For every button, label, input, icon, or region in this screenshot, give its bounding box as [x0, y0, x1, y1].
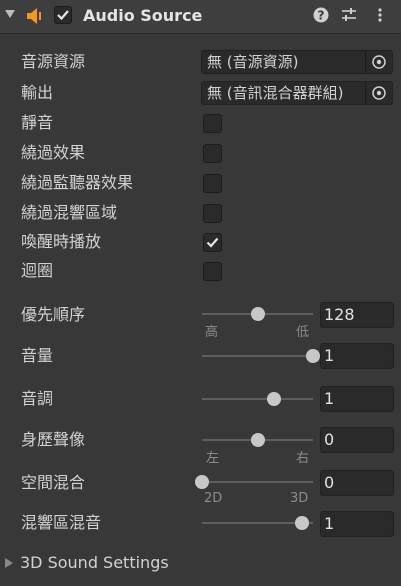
speaker-icon: [27, 8, 41, 24]
foldout-arrow-icon[interactable]: [5, 10, 15, 18]
bypass-reverb-zones-label: 繞過混響區域: [21, 203, 118, 222]
svg-text:?: ?: [318, 9, 325, 23]
audio-clip-value: 無 (音源資源): [207, 53, 299, 71]
stereo-pan-slider-thumb[interactable]: [250, 433, 265, 447]
checkmark-icon: [206, 237, 219, 248]
loop-label: 迴圈: [21, 261, 54, 280]
reverb-zone-mix-label: 混響區混音: [21, 513, 102, 532]
spatial-blend-value: 0: [324, 473, 335, 492]
object-picker-icon[interactable]: [365, 51, 392, 73]
pitch-slider-thumb[interactable]: [266, 392, 281, 406]
stereo-pan-label: 身歷聲像: [21, 430, 86, 449]
pitch-number-field[interactable]: 1: [320, 386, 394, 412]
component-title: Audio Source: [83, 6, 203, 25]
output-field[interactable]: 無 (音訊混合器群組): [201, 81, 393, 105]
spatial-blend-slider-track[interactable]: [202, 481, 313, 483]
audio-clip-field[interactable]: 無 (音源資源): [201, 50, 393, 74]
volume-number-field[interactable]: 1: [320, 343, 394, 369]
bypass-reverb-zones-checkbox[interactable]: [203, 204, 222, 223]
presets-icon[interactable]: [341, 7, 357, 23]
spatial-blend-max-label: 3D: [290, 491, 309, 506]
bypass-listener-effects-checkbox[interactable]: [203, 174, 222, 193]
stereo-pan-number-field[interactable]: 0: [320, 427, 394, 453]
volume-slider-track[interactable]: [202, 355, 313, 357]
output-value: 無 (音訊混合器群組): [207, 84, 344, 102]
loop-checkbox[interactable]: [203, 262, 222, 281]
spatial-blend-label: 空間混合: [21, 473, 86, 492]
spatial-blend-min-label: 2D: [204, 491, 223, 506]
priority-max-label: 低: [296, 325, 310, 340]
stereo-pan-max-label: 右: [296, 451, 310, 466]
audio-clip-label: 音源資源: [21, 52, 86, 71]
3d-sound-settings-foldout[interactable]: 3D Sound Settings: [20, 553, 169, 573]
bypass-effects-checkbox[interactable]: [203, 144, 222, 163]
volume-slider-thumb[interactable]: [306, 349, 320, 363]
expand-arrow-icon[interactable]: [5, 558, 13, 568]
spatial-blend-number-field[interactable]: 0: [320, 470, 394, 496]
spatial-blend-slider-thumb[interactable]: [195, 475, 209, 489]
play-on-awake-label: 喚醒時播放: [21, 232, 102, 251]
priority-slider-thumb[interactable]: [250, 307, 265, 321]
mute-checkbox[interactable]: [203, 114, 222, 133]
reverb-zone-mix-value: 1: [324, 514, 335, 533]
reverb-zone-mix-number-field[interactable]: 1: [320, 511, 394, 537]
checkmark-icon: [57, 10, 69, 21]
stereo-pan-value: 0: [324, 430, 335, 449]
object-picker-icon[interactable]: [365, 82, 392, 104]
help-icon[interactable]: ?: [313, 7, 329, 23]
more-icon[interactable]: [373, 7, 387, 23]
stereo-pan-min-label: 左: [206, 451, 220, 466]
volume-label: 音量: [21, 346, 54, 365]
play-on-awake-checkbox[interactable]: [203, 233, 222, 252]
reverb-zone-mix-slider-thumb[interactable]: [294, 516, 309, 530]
bypass-effects-label: 繞過效果: [21, 143, 86, 162]
priority-min-label: 高: [205, 325, 219, 340]
pitch-label: 音調: [21, 389, 54, 408]
volume-value: 1: [324, 346, 335, 365]
priority-value: 128: [324, 305, 355, 324]
pitch-slider-track[interactable]: [202, 398, 313, 400]
bypass-listener-effects-label: 繞過監聽器效果: [21, 173, 134, 192]
output-label: 輸出: [21, 83, 54, 102]
mute-label: 靜音: [21, 113, 54, 132]
priority-number-field[interactable]: 128: [320, 302, 394, 328]
pitch-value: 1: [324, 389, 335, 408]
priority-label: 優先順序: [21, 305, 86, 324]
component-enabled-checkbox[interactable]: [54, 6, 72, 24]
